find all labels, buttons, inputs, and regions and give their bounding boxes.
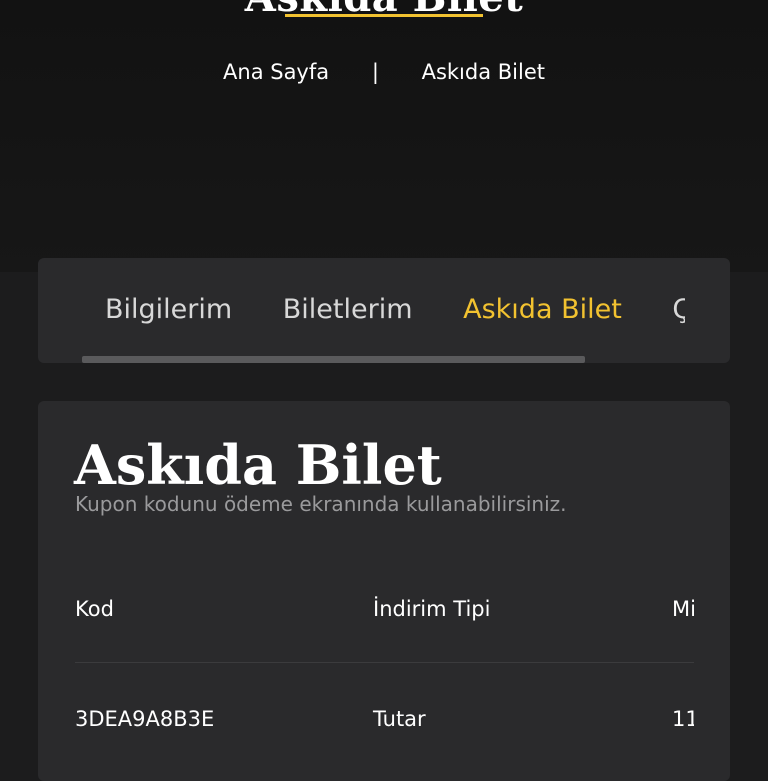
tabs-scrollbar[interactable] [82, 356, 585, 363]
tab-biletlerim[interactable]: Biletlerim [283, 290, 413, 330]
table-cell-discount-type: Tutar [373, 707, 426, 731]
account-tabs-card: Bilgilerim Biletlerim Askıda Bilet Çı [38, 258, 730, 363]
table-cell-amount: 11 [672, 707, 694, 731]
section-title: Askıda Bilet [74, 433, 442, 497]
page-hero: Askıda Bilet Ana Sayfa | Askıda Bilet [0, 0, 768, 272]
hero-title-underline [285, 14, 483, 17]
tab-bilgilerim[interactable]: Bilgilerim [105, 290, 232, 330]
table-header-discount-type: İndirim Tipi [373, 597, 491, 621]
breadcrumb: Ana Sayfa | Askıda Bilet [0, 58, 768, 86]
breadcrumb-home-link[interactable]: Ana Sayfa [223, 58, 329, 86]
hero-title: Askıda Bilet [0, 0, 768, 22]
coupon-card: Askıda Bilet Kupon kodunu ödeme ekranınd… [38, 401, 730, 781]
table-cell-code: 3DEA9A8B3E [75, 707, 215, 731]
breadcrumb-separator: | [371, 60, 379, 84]
tab-cikis[interactable]: Çı [672, 290, 685, 330]
account-tabs: Bilgilerim Biletlerim Askıda Bilet Çı [105, 290, 685, 330]
table-header-code: Kod [75, 597, 114, 621]
table-divider [75, 662, 694, 663]
section-subtitle: Kupon kodunu ödeme ekranında kullanabili… [75, 492, 567, 516]
table-header-amount: Mi [672, 597, 694, 621]
breadcrumb-current: Askıda Bilet [421, 60, 545, 84]
tab-askida-bilet[interactable]: Askıda Bilet [463, 290, 622, 330]
coupon-table: Kod İndirim Tipi Mi 3DEA9A8B3E Tutar 11 [75, 581, 694, 781]
